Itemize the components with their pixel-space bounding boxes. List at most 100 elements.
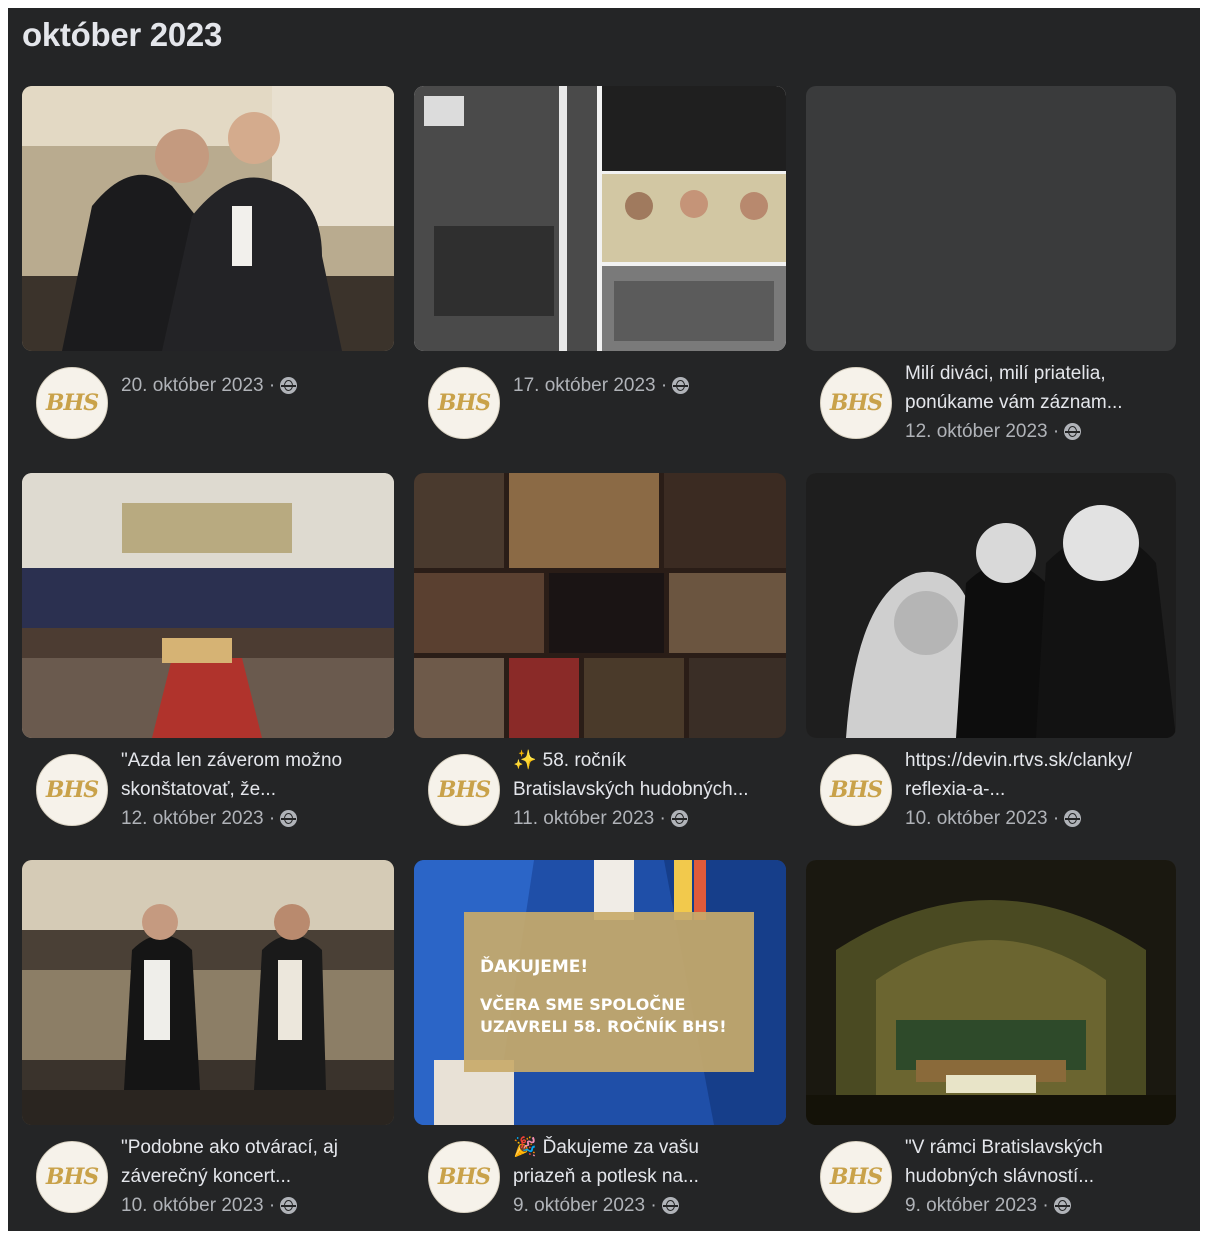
post-meta: BHS https://devin.rtvs.sk/clanky/ reflex… (806, 738, 1176, 848)
post-caption-line[interactable]: hudobných slávností... (905, 1162, 1168, 1191)
page-avatar[interactable]: BHS (820, 367, 892, 439)
page-avatar[interactable]: BHS (36, 754, 108, 826)
post-text: https://devin.rtvs.sk/clanky/ reflexia-a… (905, 746, 1168, 833)
post-caption-line[interactable]: priazeň a potlesk na... (513, 1162, 778, 1191)
globe-icon (1064, 810, 1082, 827)
post-photo[interactable]: ĎAKUJEME! VČERA SME SPOLOČNE UZAVRELI 58… (414, 860, 786, 1125)
separator: · (1042, 1195, 1049, 1216)
party-popper-icon: 🎉 (513, 1137, 537, 1158)
post-text: Milí diváci, milí priatelia, ponúkame vá… (905, 359, 1168, 446)
separator: · (650, 1195, 657, 1216)
post-card[interactable]: BHS "Azda len záverom možno skonštatovať… (22, 473, 394, 859)
post-date[interactable]: 10. október 2023 (121, 1191, 264, 1220)
post-card[interactable]: BHS "V rámci Bratislavských hudobných sl… (806, 860, 1176, 1246)
globe-icon (1064, 423, 1082, 440)
post-caption-line[interactable]: Bratislavských hudobných... (513, 775, 778, 804)
separator: · (660, 375, 668, 396)
post-meta: BHS "Podobne ako otvárací, aj záverečný … (22, 1125, 394, 1235)
post-text: 17. október 2023 · (513, 371, 778, 400)
post-date[interactable]: 9. október 2023 (513, 1191, 645, 1220)
post-card[interactable]: BHS Milí diváci, milí priatelia, ponúkam… (806, 86, 1176, 472)
post-photo[interactable] (22, 473, 394, 738)
post-caption-line[interactable]: "Podobne ako otvárací, aj (121, 1133, 386, 1162)
logo-text: BHS (45, 390, 99, 416)
page-avatar[interactable]: BHS (428, 1141, 500, 1213)
post-text: "Podobne ako otvárací, aj záverečný konc… (121, 1133, 386, 1220)
post-caption-line[interactable]: ✨ 58. ročník (513, 746, 778, 775)
post-caption-line[interactable]: 🎉 Ďakujeme za vašu (513, 1133, 778, 1162)
page-avatar[interactable]: BHS (36, 1141, 108, 1213)
logo-text: BHS (829, 777, 883, 803)
post-photo[interactable] (414, 473, 786, 738)
sparkles-icon: ✨ (513, 750, 537, 771)
globe-icon (672, 377, 690, 394)
post-date[interactable]: 17. október 2023 (513, 371, 656, 400)
post-photo[interactable] (22, 86, 394, 351)
post-card[interactable]: BHS ✨ 58. ročník Bratislavských hudobných… (414, 473, 786, 859)
post-text: "V rámci Bratislavských hudobných slávno… (905, 1133, 1168, 1220)
globe-icon (280, 377, 298, 394)
photo-historic-hall-stage (806, 860, 1176, 1125)
posts-grid: BHS 20. október 2023 · BHS 17. október 2… (22, 86, 1176, 1246)
globe-icon (280, 1197, 298, 1214)
globe-icon (670, 810, 688, 827)
post-caption-line[interactable]: "Azda len záverom možno (121, 746, 386, 775)
post-card[interactable]: BHS 17. október 2023 · (414, 86, 786, 472)
separator: · (268, 808, 276, 829)
post-date-row: 10. október 2023 · (905, 804, 1168, 833)
post-caption-line[interactable]: reflexia-a-... (905, 775, 1168, 804)
post-date[interactable]: 20. október 2023 (121, 371, 264, 400)
post-card[interactable]: BHS https://devin.rtvs.sk/clanky/ reflex… (806, 473, 1176, 859)
separator: · (1052, 421, 1060, 442)
globe-icon (280, 810, 298, 827)
photos-panel: október 2023 BHS 20. október 2023 · BHS … (8, 8, 1200, 1231)
post-caption-line[interactable]: skonštatovať, že... (121, 775, 386, 804)
logo-text: BHS (45, 1164, 99, 1190)
post-photo[interactable] (806, 860, 1176, 1125)
post-meta: BHS 🎉 Ďakujeme za vašu priazeň a potlesk … (414, 1125, 786, 1235)
logo-text: BHS (829, 390, 883, 416)
post-photo[interactable] (22, 860, 394, 1125)
post-photo[interactable] (414, 86, 786, 351)
post-text: ✨ 58. ročník Bratislavských hudobných... … (513, 746, 778, 833)
post-date-row: 9. október 2023 · (513, 1191, 778, 1220)
post-photo-placeholder[interactable] (806, 86, 1176, 351)
post-meta: BHS "V rámci Bratislavských hudobných sl… (806, 1125, 1176, 1235)
page-avatar[interactable]: BHS (820, 1141, 892, 1213)
logo-text: BHS (437, 777, 491, 803)
page-avatar[interactable]: BHS (428, 754, 500, 826)
post-date[interactable]: 9. október 2023 (905, 1191, 1037, 1220)
post-date-row: 17. október 2023 · (513, 371, 778, 400)
post-date[interactable]: 12. október 2023 (905, 417, 1048, 446)
post-card[interactable]: BHS "Podobne ako otvárací, aj záverečný … (22, 860, 394, 1246)
logo-text: BHS (45, 777, 99, 803)
post-caption-line[interactable]: https://devin.rtvs.sk/clanky/ (905, 746, 1168, 775)
photo-soloists-bow (22, 860, 394, 1125)
photo-conductors-embrace (22, 86, 394, 351)
separator: · (268, 375, 276, 396)
page-avatar[interactable]: BHS (428, 367, 500, 439)
post-meta: BHS Milí diváci, milí priatelia, ponúkam… (806, 351, 1176, 461)
post-date-row: 11. október 2023 · (513, 804, 778, 833)
post-card[interactable]: BHS 20. október 2023 · (22, 86, 394, 472)
page-avatar[interactable]: BHS (820, 754, 892, 826)
post-card[interactable]: ĎAKUJEME! VČERA SME SPOLOČNE UZAVRELI 58… (414, 860, 786, 1246)
post-caption-line[interactable]: záverečný koncert... (121, 1162, 386, 1191)
post-date-row: 20. október 2023 · (121, 371, 386, 400)
photo-festival-collage (414, 473, 786, 738)
post-caption-line[interactable]: ponúkame vám záznam... (905, 388, 1168, 417)
post-caption-line[interactable]: "V rámci Bratislavských (905, 1133, 1168, 1162)
separator: · (659, 808, 666, 829)
post-meta: BHS "Azda len záverom možno skonštatovať… (22, 738, 394, 848)
poster-line-1: ĎAKUJEME! (480, 955, 588, 977)
page-avatar[interactable]: BHS (36, 367, 108, 439)
post-date[interactable]: 12. október 2023 (121, 804, 264, 833)
post-photo[interactable] (806, 473, 1176, 738)
post-caption-line[interactable]: Milí diváci, milí priatelia, (905, 359, 1168, 388)
post-text: 20. október 2023 · (121, 371, 386, 400)
post-date-row: 9. október 2023 · (905, 1191, 1168, 1220)
post-date[interactable]: 11. október 2023 (513, 804, 654, 833)
post-meta: BHS 17. október 2023 · (414, 351, 786, 461)
post-date-row: 12. október 2023 · (905, 417, 1168, 446)
post-date[interactable]: 10. október 2023 (905, 804, 1048, 833)
